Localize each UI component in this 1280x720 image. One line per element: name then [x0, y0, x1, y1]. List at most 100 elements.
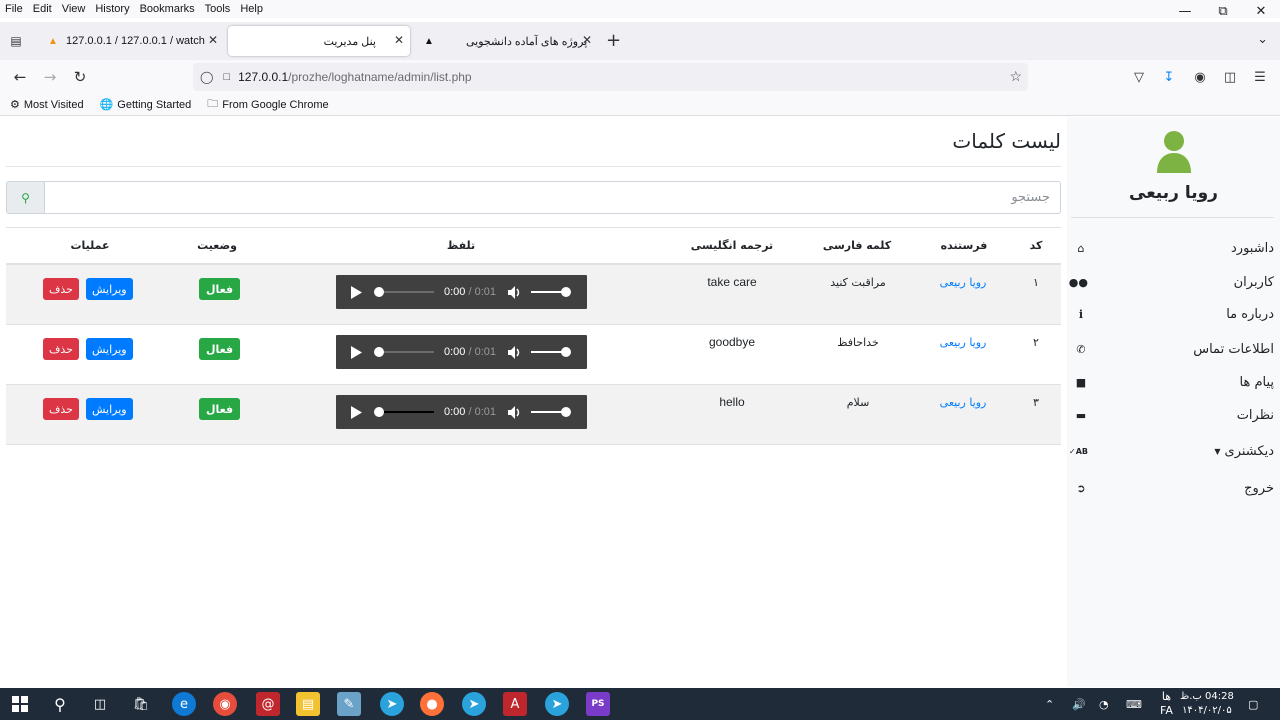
delete-button[interactable]: حذف	[43, 338, 79, 360]
play-icon[interactable]	[350, 345, 364, 359]
menu-icon[interactable]: ☰	[1251, 68, 1269, 86]
forward-icon[interactable]: →	[40, 67, 60, 87]
edit-button[interactable]: ویرایش	[86, 398, 133, 420]
notifications-icon[interactable]: ▢	[1248, 688, 1258, 720]
sidebar-item-label: اطلاعات تماس	[1193, 341, 1274, 357]
menu-view[interactable]: View	[57, 3, 91, 15]
close-icon[interactable]: ✕	[1242, 0, 1280, 22]
keyboard-icon[interactable]: ⌨	[1126, 688, 1142, 720]
col-actions: عملیات	[70, 239, 110, 252]
sidebar-item-logout[interactable]: خروج ➲	[1074, 475, 1274, 501]
sidebar-item-users[interactable]: کاربران ●●	[1069, 269, 1274, 295]
new-tab-icon[interactable]: +	[606, 32, 621, 50]
volume-icon[interactable]	[508, 285, 522, 299]
menu-edit[interactable]: Edit	[28, 3, 57, 15]
sidebar-item-contact[interactable]: اطلاعات تماس ✆	[1074, 336, 1274, 362]
store-icon[interactable]: 🛍	[129, 692, 153, 716]
tab-list-icon[interactable]: ▤	[6, 31, 26, 51]
search-input[interactable]	[45, 181, 1061, 214]
volume-icon[interactable]: 🔊	[1072, 688, 1086, 720]
url-bar[interactable]: ◯ □ 127.0.0.1/prozhe/loghatname/admin/li…	[193, 63, 1028, 91]
file-explorer-icon[interactable]: ▤	[296, 692, 320, 716]
delete-button[interactable]: حذف	[43, 398, 79, 420]
graduation-cap-icon: ▲	[424, 35, 434, 47]
volume-icon[interactable]	[508, 405, 522, 419]
edge-icon[interactable]: e	[172, 692, 196, 716]
caret-down-icon: ▼	[1214, 446, 1221, 456]
clock[interactable]: 04:28 ب.ظ ۱۴۰۴/۰۲/۰۵	[1180, 690, 1234, 718]
restore-icon[interactable]: ⧉	[1204, 0, 1242, 22]
cell-sender-link[interactable]: رویا ربیعی	[940, 336, 987, 349]
minimize-icon[interactable]: —	[1166, 0, 1204, 22]
star-icon[interactable]: ☆	[1009, 68, 1022, 85]
bookmark-most-visited[interactable]: ⚙ Most Visited	[10, 98, 84, 112]
col-pronunciation: تلفظ	[446, 239, 476, 252]
menu-bar: File Edit View History Bookmarks Tools H…	[0, 0, 1280, 18]
account-icon[interactable]: ◉	[1191, 68, 1209, 86]
volume-icon[interactable]	[508, 345, 522, 359]
download-icon[interactable]: ↧	[1160, 68, 1178, 86]
audio-current-time: 0:00	[444, 286, 466, 298]
firefox-icon[interactable]: ●	[420, 692, 444, 716]
shield-icon[interactable]: ◯	[200, 70, 213, 84]
telegram-icon[interactable]: ➤	[545, 692, 569, 716]
chrome-icon[interactable]: ◉	[213, 692, 237, 716]
edit-button[interactable]: ویرایش	[86, 278, 133, 300]
bookmark-from-google-chrome[interactable]: 🗀 From Google Chrome	[207, 95, 328, 114]
chevron-down-icon[interactable]: ⌄	[1257, 32, 1268, 47]
windows-start-icon[interactable]	[8, 692, 32, 716]
tab-admin-panel[interactable]: پنل مدیریت ✕	[228, 26, 410, 56]
play-icon[interactable]	[350, 405, 364, 419]
audio-seek-slider[interactable]	[374, 347, 434, 357]
sidebar: رویا ربیعی داشبورد ⌂ کاربران ●● درباره م…	[1067, 117, 1280, 687]
menu-file[interactable]: File	[0, 3, 28, 15]
cell-persian: سلام	[846, 396, 870, 409]
telegram-icon[interactable]: ➤	[462, 692, 486, 716]
search-icon[interactable]: ⚲	[48, 692, 72, 716]
tab-close-icon[interactable]: ✕	[208, 33, 218, 47]
status-badge[interactable]: فعال	[199, 398, 241, 420]
menu-bookmarks[interactable]: Bookmarks	[135, 3, 200, 15]
sidebar-item-messages[interactable]: پیام ها ■	[1074, 369, 1274, 395]
bookmark-getting-started[interactable]: 🌐 Getting Started	[100, 98, 192, 112]
play-icon[interactable]	[350, 285, 364, 299]
acrobat-icon[interactable]: A	[503, 692, 527, 716]
cell-sender-link[interactable]: رویا ربیعی	[940, 396, 987, 409]
audio-seek-slider[interactable]	[374, 287, 434, 297]
task-view-icon[interactable]: ◫	[88, 692, 112, 716]
delete-button[interactable]: حذف	[43, 278, 79, 300]
language-indicator[interactable]: ها FA	[1160, 688, 1173, 720]
sidebar-item-dashboard[interactable]: داشبورد ⌂	[1074, 235, 1275, 261]
cell-sender-link[interactable]: رویا ربیعی	[940, 276, 987, 289]
tab-close-icon[interactable]: ✕	[394, 33, 404, 47]
notepad-icon[interactable]: ✎	[337, 692, 361, 716]
wifi-icon[interactable]: ◔	[1099, 688, 1109, 720]
tab-student-projects[interactable]: ▲ پروژه های آماده دانشجویی ✕	[414, 26, 598, 56]
audio-seek-slider[interactable]	[374, 407, 434, 417]
tab-close-icon[interactable]: ✕	[582, 33, 592, 47]
back-icon[interactable]: ←	[10, 67, 30, 87]
sidebar-item-comments[interactable]: نظرات ▬	[1074, 402, 1274, 428]
phpstorm-icon[interactable]: PS	[586, 692, 610, 716]
telegram-icon[interactable]: ➤	[380, 692, 404, 716]
divider	[1071, 217, 1274, 218]
sidebar-item-dictionary[interactable]: دیکشنری ▼ AB✓	[1069, 438, 1274, 464]
menu-help[interactable]: Help	[235, 3, 268, 15]
status-badge[interactable]: فعال	[199, 338, 241, 360]
chevron-up-icon[interactable]: ⌃	[1045, 688, 1054, 720]
menu-tools[interactable]: Tools	[200, 3, 236, 15]
edit-button[interactable]: ویرایش	[86, 338, 133, 360]
tab-phpmyadmin[interactable]: ▲ 127.0.0.1 / 127.0.0.1 / watch / u ✕	[38, 26, 224, 56]
volume-slider[interactable]	[531, 287, 572, 297]
reload-icon[interactable]: ↻	[70, 67, 90, 87]
app-icon[interactable]: @	[256, 692, 280, 716]
status-badge[interactable]: فعال	[199, 278, 241, 300]
menu-history[interactable]: History	[90, 3, 134, 15]
bookmark-label: Getting Started	[117, 98, 192, 111]
sidebar-item-about[interactable]: درباره ما i	[1074, 301, 1274, 327]
pocket-icon[interactable]: ▽	[1130, 68, 1148, 86]
search-button[interactable]: ⚲	[6, 181, 45, 214]
volume-slider[interactable]	[531, 407, 572, 417]
volume-slider[interactable]	[531, 347, 572, 357]
extensions-icon[interactable]: ◫	[1221, 68, 1239, 86]
